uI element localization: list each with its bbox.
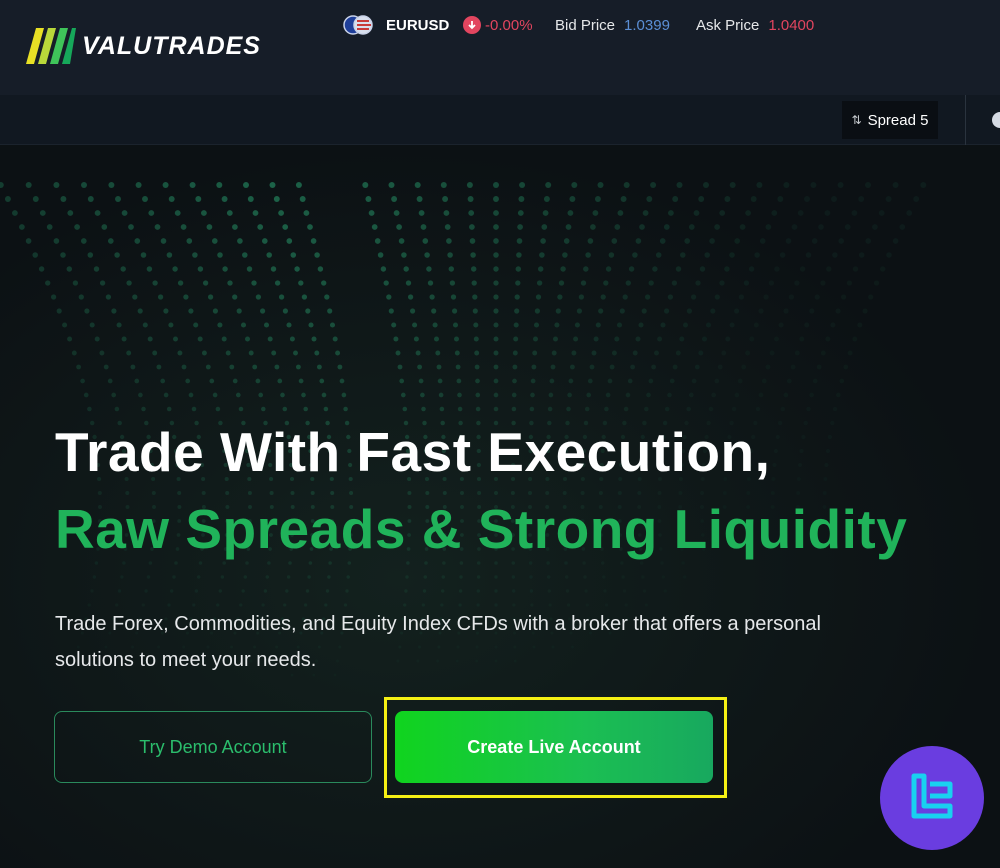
ticker-symbol[interactable]: EURUSD: [386, 0, 449, 50]
ticker-divider: [965, 95, 966, 145]
try-demo-account-button[interactable]: Try Demo Account: [54, 711, 372, 783]
hero-description: Trade Forex, Commodities, and Equity Ind…: [55, 613, 821, 671]
brand-name: VALUTRADES: [82, 31, 261, 60]
sort-arrows-icon: ⇅: [851, 113, 862, 127]
hero-headline-accent: Raw Spreads & Strong Liquidity: [55, 498, 908, 560]
spread-badge: ⇅ Spread 5: [842, 101, 938, 139]
tradingfinder-badge-icon: [911, 773, 953, 819]
eu-us-flag-icon: [343, 15, 373, 35]
bid-price: Bid Price 1.0399: [555, 16, 670, 34]
valutrades-logo-icon: [26, 28, 76, 64]
ticker-flag: [343, 0, 373, 50]
tradingfinder-badge[interactable]: [880, 746, 984, 850]
create-live-account-button[interactable]: Create Live Account: [395, 711, 713, 783]
hero-headline: Trade With Fast Execution,: [55, 421, 771, 483]
arrow-down-icon: [463, 16, 481, 34]
valutrades-logo[interactable]: VALUTRADES: [26, 26, 261, 66]
ask-price: Ask Price 1.0400: [696, 16, 815, 34]
ticker-change: -0.00%: [463, 0, 533, 50]
